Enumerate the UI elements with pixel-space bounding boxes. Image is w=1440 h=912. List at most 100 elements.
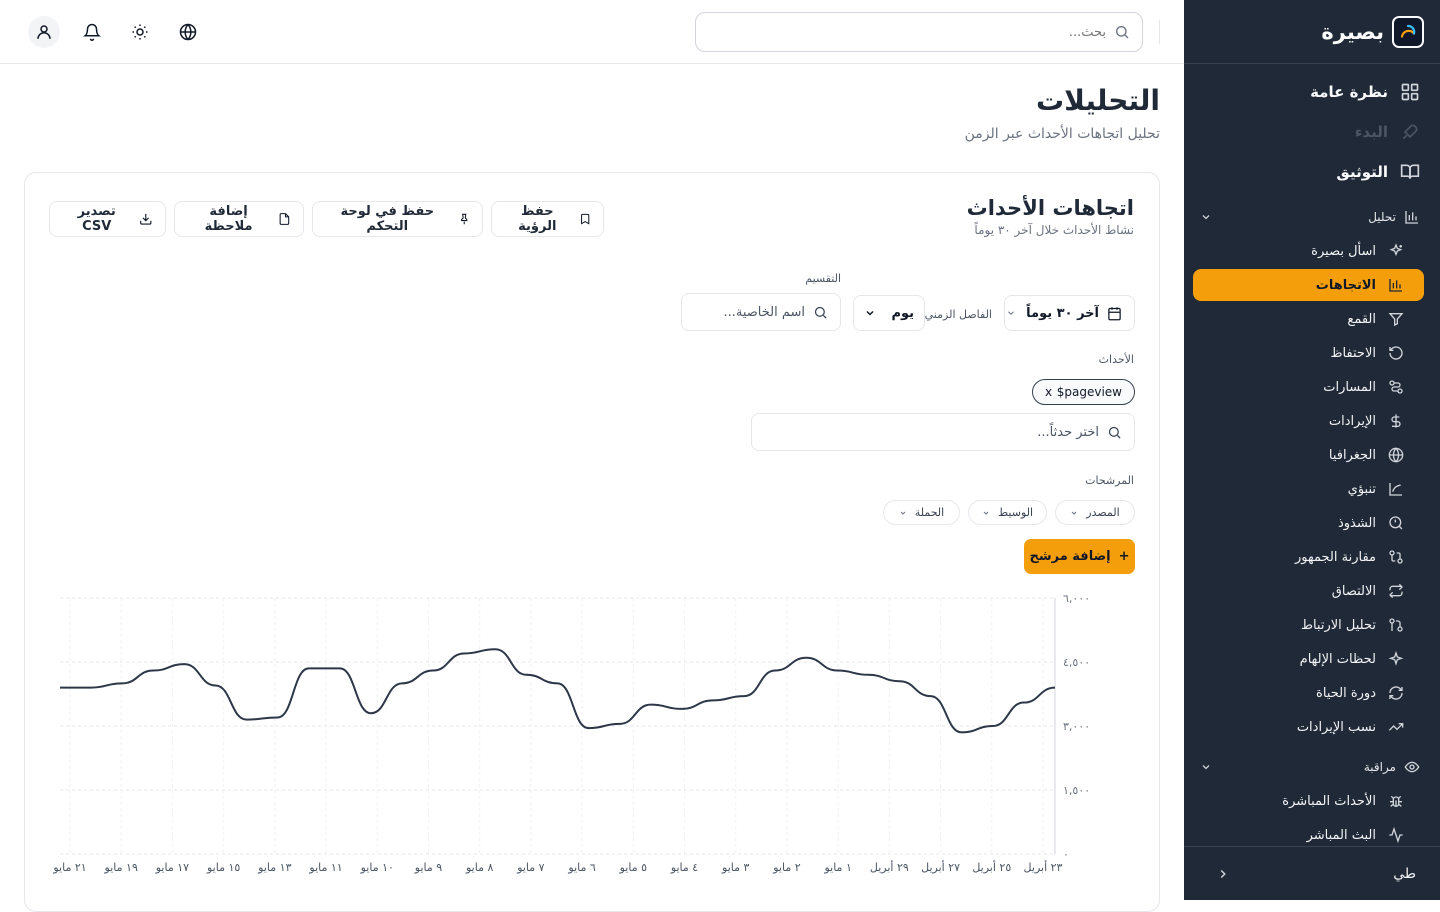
collapse-button[interactable]: طي: [1184, 846, 1440, 900]
button-label: حفظ في لوحة التحكم: [340, 204, 435, 234]
trending-up-icon: [1388, 723, 1404, 731]
sidebar-item-label: البدء: [1354, 123, 1388, 141]
y-tick-label: ٦,٠٠٠: [1063, 592, 1090, 605]
brand[interactable]: بصيرة: [1184, 0, 1440, 64]
x-tick-label: ٢١ مايو: [52, 861, 86, 874]
date-range-picker[interactable]: آخر ٣٠ يوماً: [1004, 295, 1135, 331]
export-csv-button[interactable]: تصدير CSV: [49, 201, 166, 237]
sidebar-item-predictive[interactable]: تنبؤي: [1193, 473, 1424, 505]
user-menu-button[interactable]: [28, 16, 60, 48]
sidebar-item-getting-started[interactable]: البدء: [1355, 122, 1420, 142]
chevron-down-icon: [900, 511, 906, 515]
logo-icon: [1392, 15, 1424, 48]
remove-event-button[interactable]: x: [1045, 385, 1052, 399]
event-placeholder: اختر حدثاً...: [1037, 424, 1099, 440]
sidebar-item-revenue-attribution[interactable]: نسب الإيرادات: [1193, 711, 1424, 743]
sidebar-item-paths[interactable]: المسارات: [1193, 371, 1424, 403]
search-icon: [1116, 26, 1129, 39]
filter-chip-campaign[interactable]: الحملة: [883, 500, 960, 525]
sparkle-icon: [1388, 651, 1404, 666]
button-label: إضافة ملاحظة: [204, 204, 253, 234]
add-filter-button[interactable]: + إضافة مرشح: [1024, 539, 1135, 574]
rotate-ccw-icon: [1389, 346, 1403, 360]
sidebar-item-geography[interactable]: الجغرافيا: [1193, 439, 1424, 471]
filter-chip-medium[interactable]: الوسيط: [968, 500, 1047, 525]
filter-chip-label: الحملة: [914, 506, 945, 519]
bell-icon: [83, 23, 101, 41]
sidebar-item-live-events[interactable]: الأحداث المباشرة: [1193, 785, 1424, 817]
x-tick-label: ١١ مايو: [308, 861, 342, 874]
sidebar-item-revenue[interactable]: الإيرادات: [1193, 405, 1424, 437]
refresh-icon: [1389, 686, 1403, 700]
user-icon: [37, 25, 51, 39]
group-label: مراقبة: [1363, 760, 1396, 774]
sidebar-item-label: الاتجاهات: [1315, 277, 1376, 293]
x-tick-label: ٩ مايو: [414, 861, 442, 874]
workflow-icon: [1389, 380, 1403, 394]
globe-icon: [1388, 447, 1404, 463]
search-input[interactable]: [726, 24, 1106, 40]
sidebar-item-aha-moments[interactable]: لحظات الإلهام: [1193, 643, 1424, 675]
notifications-button[interactable]: [76, 16, 108, 48]
page-title: التحليلات: [1036, 84, 1160, 117]
sidebar-item-label: المسارات: [1323, 379, 1376, 395]
git-compare-icon: [1389, 550, 1403, 564]
sidebar-item-lifecycle[interactable]: دورة الحياة: [1193, 677, 1424, 709]
bar-chart-icon: [1405, 211, 1418, 224]
sidebar-item-audience-compare[interactable]: مقارنة الجمهور: [1193, 541, 1424, 573]
x-tick-label: ٢٩ أبريل: [870, 860, 909, 874]
y-tick-label: ٠: [1063, 848, 1069, 861]
sidebar-item-stickiness[interactable]: الالتصاق: [1193, 575, 1424, 607]
sidebar-item-label: الشذوذ: [1337, 515, 1376, 531]
event-select-input[interactable]: اختر حدثاً...: [751, 413, 1135, 451]
interval-select[interactable]: يوم: [853, 295, 925, 331]
bug-icon: [1390, 795, 1402, 807]
sidebar-group-analysis[interactable]: تحليل: [1200, 208, 1420, 226]
add-note-button[interactable]: إضافة ملاحظة: [174, 201, 304, 237]
x-tick-label: ١٧ مايو: [155, 861, 189, 874]
collapse-label: طي: [1393, 865, 1416, 882]
chart-spline-icon: [1389, 483, 1402, 496]
x-tick-label: ١٥ مايو: [206, 861, 240, 874]
sidebar-item-retention[interactable]: الاحتفاظ: [1193, 337, 1424, 369]
button-label: حفظ الرؤية: [518, 204, 557, 234]
sidebar-item-ask[interactable]: اسأل بصيرة: [1193, 235, 1424, 267]
y-tick-label: ١,٥٠٠: [1063, 784, 1090, 797]
top-header: [0, 0, 1184, 64]
sidebar-item-trends[interactable]: الاتجاهات: [1193, 269, 1424, 301]
sidebar-item-label: نسب الإيرادات: [1296, 719, 1376, 735]
filter-chip-source[interactable]: المصدر: [1055, 500, 1135, 525]
sidebar-item-anomaly[interactable]: الشذوذ: [1193, 507, 1424, 539]
x-tick-label: ٧ مايو: [516, 861, 544, 874]
theme-toggle-button[interactable]: [124, 16, 156, 48]
language-button[interactable]: [172, 16, 204, 48]
sidebar-item-label: الأحداث المباشرة: [1282, 793, 1376, 809]
sidebar-item-label: الاحتفاظ: [1330, 345, 1376, 361]
page-subtitle: تحليل اتجاهات الأحداث عبر الزمن: [964, 126, 1160, 142]
chevron-down-icon: [1071, 511, 1077, 515]
sidebar-item-correlation[interactable]: تحليل الارتباط: [1193, 609, 1424, 641]
search-icon: [1108, 426, 1121, 439]
date-range-value: آخر ٣٠ يوماً: [1026, 305, 1099, 321]
sidebar-item-label: مقارنة الجمهور: [1295, 549, 1376, 565]
save-to-dashboard-button[interactable]: حفظ في لوحة التحكم: [312, 201, 483, 237]
breakdown-property-input[interactable]: اسم الخاصية...: [681, 293, 841, 331]
sidebar-item-docs[interactable]: التوثيق: [1336, 162, 1420, 182]
header-divider: [1159, 20, 1160, 44]
x-tick-label: ١ مايو: [823, 861, 851, 874]
sun-icon: [132, 24, 148, 40]
sidebar-item-label: البث المباشر: [1306, 827, 1376, 843]
sidebar-item-overview[interactable]: نظرة عامة: [1310, 82, 1420, 102]
bar-chart-icon: [1389, 279, 1402, 292]
globe-icon: [179, 23, 197, 41]
event-chip-label: $pageview: [1056, 385, 1122, 399]
save-view-button[interactable]: حفظ الرؤية: [491, 201, 604, 237]
sidebar-group-monitoring[interactable]: مراقبة: [1200, 758, 1420, 776]
x-tick-label: ٢ مايو: [772, 861, 800, 874]
filter-chip-label: الوسيط: [997, 506, 1034, 519]
global-search[interactable]: [695, 12, 1143, 52]
event-chip[interactable]: x $pageview: [1032, 379, 1135, 405]
sidebar-item-funnel[interactable]: القمع: [1193, 303, 1424, 335]
button-label: تصدير CSV: [77, 204, 116, 234]
git-branch-icon: [1389, 618, 1403, 632]
